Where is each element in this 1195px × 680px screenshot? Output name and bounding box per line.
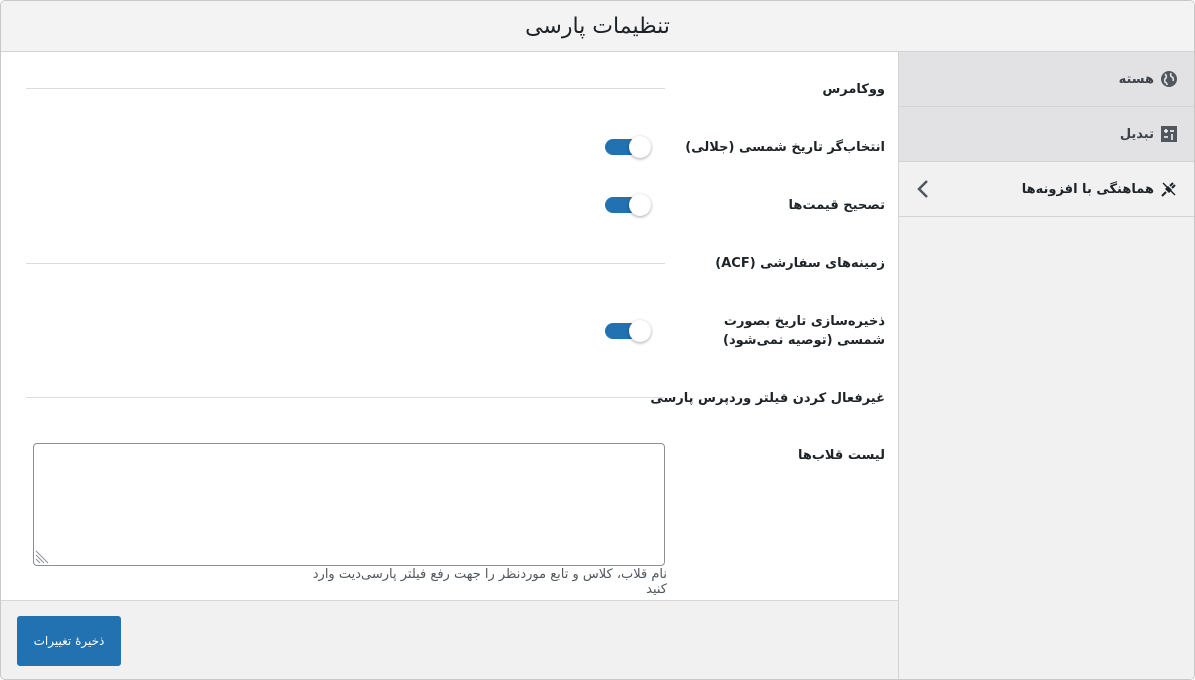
section-title-woocommerce: ووکامرس bbox=[822, 82, 885, 97]
toggle-knob bbox=[629, 320, 651, 342]
setting-label-price-fix: تصحیح قیمت‌ها bbox=[788, 198, 885, 213]
plugin-plug-icon bbox=[1160, 180, 1178, 198]
sidebar-item-label: تبدیل bbox=[1119, 126, 1154, 142]
price-fix-toggle[interactable] bbox=[605, 193, 651, 217]
sidebar-item-core[interactable]: هسته bbox=[899, 52, 1194, 107]
save-changes-button[interactable]: ذخیرهٔ تغییرات bbox=[17, 616, 121, 666]
acf-jalali-save-toggle[interactable] bbox=[605, 319, 651, 343]
setting-label-jalali-datepicker: انتخاب‌گر تاریخ شمسی (جلالی) bbox=[685, 140, 885, 155]
toggle-knob bbox=[629, 194, 651, 216]
chevron-left-icon bbox=[917, 180, 928, 198]
sidebar-item-label: هسته bbox=[1118, 71, 1154, 87]
hooks-list-description: نام قلاب، کلاس و تابع موردنظر را جهت رفع… bbox=[312, 567, 667, 597]
settings-window: تنظیمات پارسی ووکامرس انتخاب‌گر تاریخ شم… bbox=[0, 0, 1195, 680]
page-header: تنظیمات پارسی bbox=[1, 1, 1194, 52]
globe-icon bbox=[1160, 70, 1178, 88]
section-title-disable-filter: غیرفعال کردن فیلتر وردپرس پارسی bbox=[650, 391, 885, 406]
jalali-datepicker-toggle[interactable] bbox=[605, 135, 651, 159]
sidebar-item-label: هماهنگی با افزونه‌ها bbox=[1021, 181, 1154, 197]
hooks-list-textarea[interactable] bbox=[33, 443, 665, 566]
setting-label-hooks-list: لیست قلاب‌ها bbox=[797, 448, 885, 463]
converter-icon bbox=[1160, 125, 1178, 143]
section-divider bbox=[26, 263, 665, 264]
settings-sidebar: هسته تبدیل bbox=[898, 52, 1194, 679]
toggle-knob bbox=[629, 136, 651, 158]
section-divider bbox=[26, 397, 665, 398]
section-divider bbox=[26, 88, 665, 89]
section-title-acf: زمینه‌های سفارشی (ACF) bbox=[715, 256, 885, 271]
resize-handle-icon[interactable] bbox=[35, 550, 49, 564]
setting-label-acf-jalali-save: ذخیره‌سازی تاریخ بصورت شمسی (توصیه نمی‌ش… bbox=[723, 314, 885, 348]
sidebar-item-converter[interactable]: تبدیل bbox=[899, 107, 1194, 162]
page-title: تنظیمات پارسی bbox=[525, 13, 670, 39]
settings-panel: ووکامرس انتخاب‌گر تاریخ شمسی (جلالی) تصح… bbox=[1, 52, 899, 601]
sidebar-item-plugin-compat[interactable]: هماهنگی با افزونه‌ها bbox=[899, 162, 1194, 217]
